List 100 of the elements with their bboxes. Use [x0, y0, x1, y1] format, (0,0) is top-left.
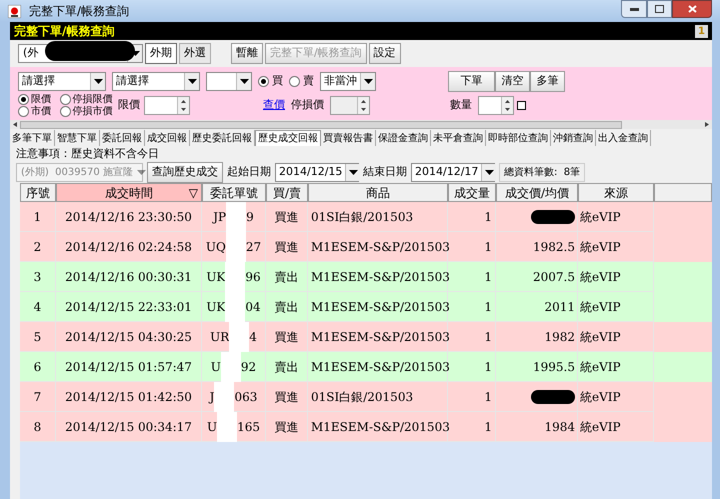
order-action-button[interactable]: 下單 [448, 70, 495, 92]
table-row[interactable]: 7 2014/12/15 01:42:50 J 063 買進 01SI白銀/201503 1 統eVIP [20, 382, 712, 412]
tab[interactable]: 成交回報 [145, 130, 190, 146]
radio-label: 賣 [303, 72, 314, 89]
table-cell: 1 [448, 412, 496, 442]
dropdown-arrow-icon [94, 78, 102, 84]
column-header[interactable]: 成交量 [448, 183, 496, 202]
page-badge: 1 [695, 24, 708, 38]
spin-field[interactable] [144, 96, 190, 114]
tab[interactable]: 保證金查詢 [376, 130, 431, 146]
table-cell-text: 165 [237, 418, 260, 436]
radio-button[interactable] [289, 76, 300, 86]
column-header-blank [654, 183, 712, 202]
order-action-button[interactable]: 多筆 [530, 70, 565, 92]
dropdown[interactable]: 請選擇 [112, 72, 200, 90]
dropdown-arrow-icon [136, 170, 146, 174]
start-date-picker[interactable]: 2014/12/15 [275, 162, 359, 182]
table-row[interactable]: 8 2014/12/15 00:34:17 U 165 買進 M1ESEM-S&P/201503 1 1984 統eVIP [20, 412, 712, 442]
close-icon [688, 5, 696, 13]
market-tab[interactable]: 外期 [145, 43, 177, 64]
table-row[interactable]: 2 2014/12/16 02:24:58 UQ 27 買進 M1ESEM-S&P/201503 1 1982.5 統eVIP [20, 232, 712, 262]
radio-button[interactable] [18, 106, 29, 116]
table-cell-text: 1995.5 [533, 358, 575, 376]
table-cell: 買進 [266, 412, 308, 442]
radio-button[interactable] [18, 94, 29, 104]
table-row[interactable]: 4 2014/12/15 22:33:01 UK 04 賣出 M1ESEM-S&P/201503 1 2011 統eVIP [20, 292, 712, 322]
table-cell-text: 1984 [544, 418, 575, 436]
left-arrow-icon [13, 122, 17, 127]
table-row[interactable]: 5 2014/12/15 04:30:25 UR 4 買進 M1ESEM-S&P/201503 1 1982 統eVIP [20, 322, 712, 352]
tab[interactable]: 歷史成交回報 [255, 130, 321, 146]
redaction-stroke [217, 412, 238, 442]
table-row[interactable]: 1 2014/12/16 23:30:50 JP 9 買進 01SI白銀/201503 1 統eVIP [20, 202, 712, 232]
query-history-button[interactable]: 查詢歷史成交 [147, 162, 223, 182]
tab[interactable]: 沖銷查詢 [551, 130, 596, 146]
dropdown[interactable]: 非當沖 [320, 72, 376, 90]
spin-field[interactable] [478, 96, 514, 114]
field-label: 停損價 [291, 96, 324, 113]
market-tab[interactable]: 外選 [179, 43, 211, 64]
column-header[interactable]: 委託單號 [202, 183, 266, 202]
table-cell-text: U [206, 418, 218, 436]
header-title: 完整下單/帳務查詢 [14, 23, 114, 40]
table-cell-text: 1982.5 [533, 238, 575, 256]
table-row[interactable]: 6 2014/12/15 01:57:47 U 92 賣出 M1ESEM-S&P/201503 1 1995.5 統eVIP [20, 352, 712, 382]
down-arrow-icon [505, 108, 510, 110]
dropdown-arrow-icon [188, 78, 196, 84]
table-row[interactable]: 3 2014/12/16 00:30:31 UK 96 賣出 M1ESEM-S&P/201503 1 2007.5 統eVIP [20, 262, 712, 292]
quote-link[interactable]: 查價 [263, 96, 285, 114]
radio-button[interactable] [60, 106, 70, 116]
table-cell-text: 96 [245, 268, 261, 286]
table-cell-text: 1982 [544, 328, 575, 346]
column-header[interactable]: 買/賣 [266, 183, 308, 202]
close-button[interactable] [672, 0, 712, 18]
field-label: 限價 [118, 96, 140, 113]
maximize-icon [655, 5, 664, 13]
column-header[interactable]: 成交價/均價 [496, 183, 578, 202]
column-header[interactable]: 來源 [578, 183, 654, 202]
up-arrow-icon [181, 100, 186, 102]
scrollbar-thumb[interactable] [20, 120, 622, 128]
tab[interactable]: 出入金查詢 [596, 130, 651, 146]
dropdown-arrow-icon [364, 78, 372, 84]
account-dropdown[interactable]: (外 [18, 44, 143, 63]
table-cell-text: 27 [246, 238, 262, 256]
radio-label: 停損限價 [72, 92, 112, 106]
up-arrow-icon [505, 100, 510, 102]
column-header[interactable]: 序號 [20, 183, 56, 202]
column-header[interactable]: 商品 [308, 183, 448, 202]
radio-label: 停損市價 [72, 104, 112, 118]
dropdown[interactable]: 請選擇 [18, 72, 106, 90]
field-label: 結束日期 [363, 164, 407, 180]
empty-dropdown[interactable] [206, 72, 252, 90]
column-header[interactable]: 成交時間 ▽ [56, 183, 202, 202]
tab[interactable]: 智慧下單 [55, 130, 100, 146]
radio-label: 市價 [31, 104, 51, 118]
table-cell: 8 [20, 412, 56, 442]
spin-field[interactable] [330, 96, 370, 114]
table-cell-text: 2011 [544, 298, 575, 316]
tab[interactable]: 委託回報 [100, 130, 145, 146]
end-date-picker[interactable]: 2014/12/17 [411, 162, 495, 182]
horizontal-scrollbar[interactable] [10, 120, 712, 129]
right-arrow-icon [705, 122, 709, 127]
toolbar-button[interactable]: 設定 [368, 43, 401, 64]
tab[interactable]: 買賣報告書 [321, 130, 376, 146]
radio-label: 買 [272, 72, 283, 89]
maximize-button[interactable] [647, 0, 672, 18]
minimize-button[interactable] [621, 0, 647, 18]
radio-button[interactable] [258, 76, 269, 86]
order-action-button[interactable]: 清空 [495, 70, 530, 92]
notice-text: 注意事項：歷史資料不含今日 [15, 146, 160, 161]
checkbox[interactable] [517, 100, 526, 110]
toolbar-button[interactable]: 暫離 [231, 43, 263, 64]
tab[interactable]: 多筆下單 [10, 130, 55, 146]
tab[interactable]: 即時部位查詢 [486, 130, 551, 146]
tab[interactable]: 未平倉查詢 [431, 130, 486, 146]
table-cell-text: UR [210, 328, 230, 346]
table-cell-text: UK [206, 298, 226, 316]
up-arrow-icon [361, 100, 366, 102]
table-cell-text: 2007.5 [533, 268, 575, 286]
table-cell-text: 04 [245, 298, 261, 316]
radio-button[interactable] [60, 94, 70, 104]
table-cell-text: 92 [240, 358, 256, 376]
